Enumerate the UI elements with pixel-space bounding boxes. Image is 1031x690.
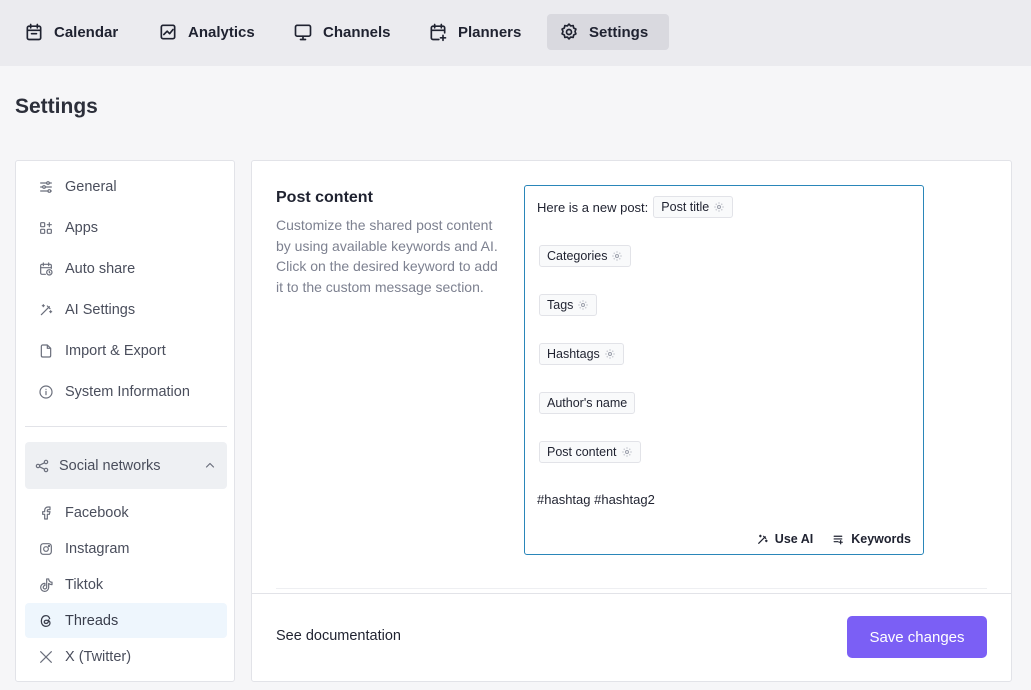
share-icon <box>35 459 49 472</box>
gear-icon[interactable] <box>604 348 616 360</box>
sidebar-divider <box>25 426 227 427</box>
use-ai-button[interactable]: Use AI <box>756 532 813 546</box>
sidebar-item-label: Import & Export <box>65 343 166 359</box>
tab-label: Settings <box>589 23 649 41</box>
sidebar-item-label: AI Settings <box>65 302 136 318</box>
list-add-icon <box>833 535 844 544</box>
keyword-chip-hashtags[interactable]: Hashtags <box>539 343 624 365</box>
sidebar-item-import-export[interactable]: Import & Export <box>38 339 166 363</box>
sidebar-item-facebook[interactable]: Facebook <box>25 495 227 530</box>
sidebar-item-label: Facebook <box>65 504 129 521</box>
calendar-clock-icon <box>40 262 53 276</box>
keywords-label: Keywords <box>851 532 911 546</box>
sidebar-group-social-networks[interactable]: Social networks <box>25 442 227 489</box>
sidebar-item-label: System Information <box>65 384 190 400</box>
keyword-chip-author-name[interactable]: Author's name <box>539 392 636 414</box>
facebook-icon <box>42 505 51 520</box>
settings-sidebar: General Apps Auto share AI Settings Impo… <box>15 160 235 682</box>
gear-icon[interactable] <box>577 299 589 311</box>
editor-line-hashtags: Hashtags <box>539 343 624 365</box>
chip-label: Categories <box>547 249 608 263</box>
tab-planners[interactable]: Planners <box>418 14 531 50</box>
tab-label: Channels <box>323 23 391 41</box>
gear-icon[interactable] <box>713 201 725 213</box>
instagram-icon <box>40 542 52 555</box>
sidebar-item-label: X (Twitter) <box>65 648 132 665</box>
apps-grid-icon <box>40 222 52 234</box>
sidebar-item-instagram[interactable]: Instagram <box>25 531 227 566</box>
sidebar-item-ai-settings[interactable]: AI Settings <box>38 298 135 322</box>
chip-label: Post title <box>661 200 710 214</box>
keywords-button[interactable]: Keywords <box>832 532 911 546</box>
footer-divider <box>252 593 1011 594</box>
editor-line-tags: Tags <box>539 294 598 316</box>
chevron-up-icon <box>205 462 215 468</box>
post-content-panel: Post content Customize the shared post c… <box>251 160 1012 682</box>
threads-icon <box>40 614 51 627</box>
tab-label: Analytics <box>188 23 255 41</box>
sidebar-item-threads[interactable]: Threads <box>25 603 227 638</box>
calendar-plus-icon <box>430 23 447 42</box>
see-documentation-link[interactable]: See documentation <box>276 628 401 644</box>
sidebar-item-tiktok[interactable]: Tiktok <box>25 567 227 602</box>
sidebar-item-label: Apps <box>65 220 99 236</box>
calendar-icon <box>26 23 42 41</box>
use-ai-label: Use AI <box>774 532 814 546</box>
chip-label: Hashtags <box>547 347 600 361</box>
sidebar-item-auto-share[interactable]: Auto share <box>38 257 135 281</box>
section-description: Customize the shared post content by usi… <box>276 217 498 295</box>
tab-calendar[interactable]: Calendar <box>14 14 128 50</box>
save-changes-button[interactable]: Save changes <box>847 616 987 658</box>
sidebar-item-label: Instagram <box>65 540 130 557</box>
tiktok-icon <box>40 577 53 592</box>
sidebar-item-x-twitter[interactable]: X (Twitter) <box>25 639 227 674</box>
keyword-chip-post-title[interactable]: Post title <box>653 196 734 218</box>
editor-line-intro: Here is a new post: Post title <box>537 196 734 218</box>
sidebar-item-system-information[interactable]: System Information <box>38 380 190 404</box>
keyword-chip-tags[interactable]: Tags <box>539 294 598 316</box>
editor-intro-text: Here is a new post: <box>537 199 649 215</box>
section-divider <box>276 588 987 589</box>
editor-line-author: Author's name <box>539 392 636 414</box>
keyword-chip-categories[interactable]: Categories <box>539 245 632 267</box>
info-icon <box>39 385 53 399</box>
tab-channels[interactable]: Channels <box>283 14 401 50</box>
sidebar-item-label: Tiktok <box>65 576 104 593</box>
tab-settings[interactable]: Settings <box>547 14 670 50</box>
chip-label: Post content <box>547 445 617 459</box>
magic-wand-icon <box>40 304 53 316</box>
gear-icon[interactable] <box>621 446 633 458</box>
editor-line-hashtag-text: #hashtag #hashtag2 <box>537 492 655 507</box>
chip-label: Tags <box>547 298 574 312</box>
editor-line-categories: Categories <box>539 245 632 267</box>
gear-icon[interactable] <box>611 250 623 262</box>
editor-line-post-content: Post content <box>539 441 641 463</box>
file-icon <box>40 344 52 358</box>
page-title: Settings <box>15 95 98 118</box>
sidebar-item-general[interactable]: General <box>38 175 117 199</box>
tab-label: Planners <box>458 23 522 41</box>
chip-label: Author's name <box>547 396 628 410</box>
tab-analytics[interactable]: Analytics <box>148 14 265 50</box>
analytics-icon <box>160 24 176 40</box>
custom-message-editor[interactable]: Here is a new post: Post title Categorie… <box>524 185 924 555</box>
x-twitter-icon <box>40 650 52 663</box>
keyword-chip-post-content[interactable]: Post content <box>539 441 641 463</box>
magic-wand-icon <box>757 534 768 544</box>
section-title: Post content <box>276 189 373 206</box>
top-navigation: Calendar Analytics Channels Planners Set… <box>0 0 1031 66</box>
gear-icon <box>561 23 577 40</box>
tab-label: Calendar <box>54 23 119 41</box>
sidebar-group-label: Social networks <box>59 457 161 474</box>
editor-actions: Use AI Keywords <box>756 532 911 546</box>
sidebar-item-label: Auto share <box>65 261 136 277</box>
sidebar-item-label: General <box>65 179 117 195</box>
sidebar-item-label: Threads <box>65 612 119 629</box>
monitor-icon <box>294 24 312 41</box>
sidebar-item-apps[interactable]: Apps <box>38 216 98 240</box>
sliders-icon <box>40 181 52 193</box>
